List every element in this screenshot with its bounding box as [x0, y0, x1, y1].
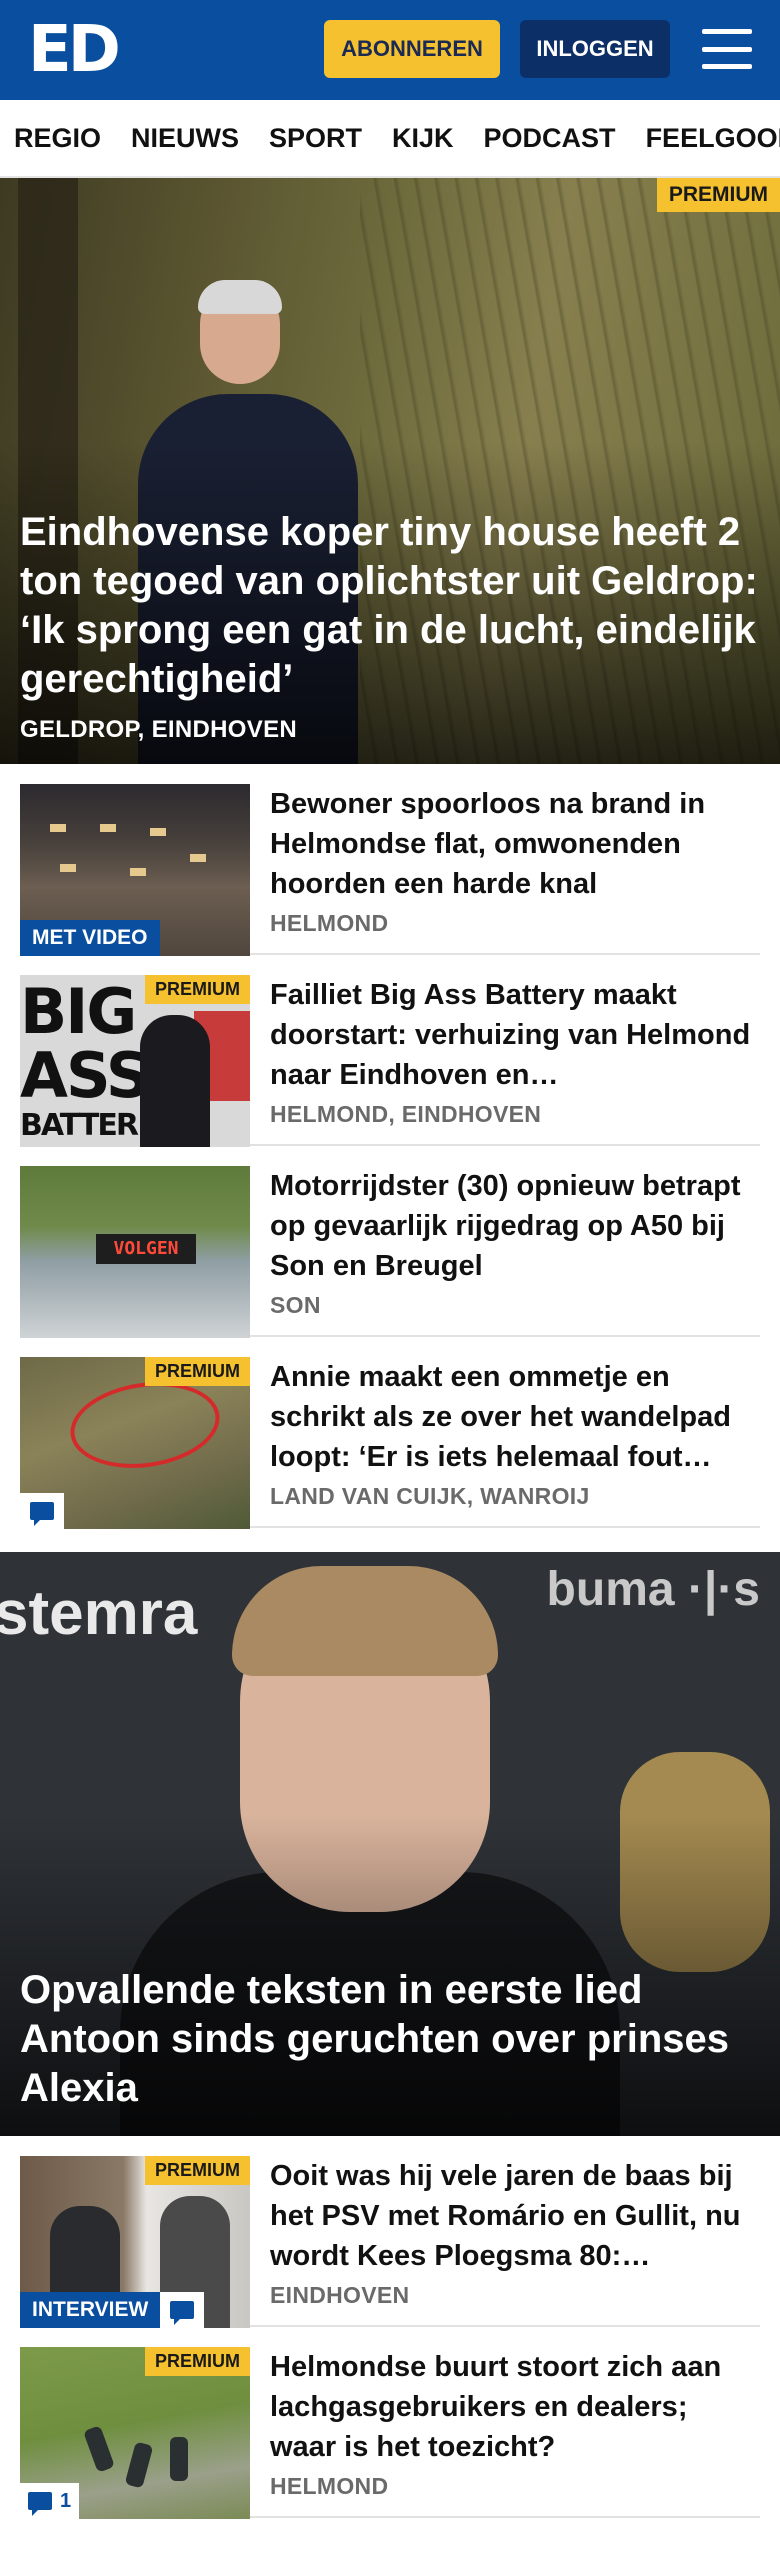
header-actions: ABONNEREN INLOGGEN — [324, 20, 752, 78]
nav-item-sport[interactable]: SPORT — [269, 123, 362, 154]
article-location: LAND VAN CUIJK, WANROIJ — [270, 1483, 590, 1509]
site-header: ED ABONNEREN INLOGGEN — [0, 0, 780, 100]
article-thumbnail: MET VIDEO — [20, 784, 250, 956]
nav-item-regio[interactable]: REGIO — [14, 123, 101, 154]
article-title[interactable]: Failliet Big Ass Battery maakt doorstart… — [270, 975, 760, 1095]
article-title[interactable]: Annie maakt een ommetje en schrikt als z… — [270, 1357, 760, 1477]
list-item[interactable]: PREMIUM Annie maakt een ommetje en schri… — [20, 1337, 760, 1529]
video-badge: MET VIDEO — [20, 920, 160, 956]
hero-bg-text: stemra — [0, 1579, 198, 1648]
nav-item-podcast[interactable]: PODCAST — [484, 123, 616, 154]
nav-item-nieuws[interactable]: NIEUWS — [131, 123, 239, 154]
nav-item-feelgood[interactable]: FEELGOOD — [646, 123, 780, 154]
article-list-1: MET VIDEO Bewoner spoorloos na brand in … — [0, 764, 780, 1529]
nav-item-kijk[interactable]: KIJK — [392, 123, 454, 154]
thumb-text: BIG — [20, 975, 137, 1048]
hamburger-icon[interactable] — [702, 29, 752, 69]
article-location: HELMOND, EINDHOVEN — [270, 1101, 542, 1127]
article-thumbnail: BIG ASS BATTER PREMIUM — [20, 975, 250, 1147]
list-item[interactable]: VOLGEN Motorrijdster (30) opnieuw betrap… — [20, 1146, 760, 1338]
section-nav: REGIO NIEUWS SPORT KIJK PODCAST FEELGOOD… — [0, 100, 780, 178]
hero-location: GELDROP, EINDHOVEN — [20, 716, 298, 743]
article-thumbnail: PREMIUM 1 — [20, 2347, 250, 2519]
comment-count: 1 — [60, 2489, 72, 2512]
comment-icon[interactable] — [160, 2292, 205, 2328]
premium-badge: PREMIUM — [145, 1357, 250, 1386]
interview-badge: INTERVIEW — [20, 2292, 161, 2328]
list-item[interactable]: BIG ASS BATTER PREMIUM Failliet Big Ass … — [20, 955, 760, 1147]
premium-badge: PREMIUM — [656, 178, 780, 212]
article-title[interactable]: Helmondse buurt stoort zich aan lachgasg… — [270, 2347, 760, 2467]
article-title[interactable]: Bewoner spoorloos na brand in Helmondse … — [270, 784, 760, 904]
thumb-sign-text: VOLGEN — [96, 1234, 196, 1264]
ed-logo[interactable]: ED — [28, 18, 121, 82]
thumb-text: ASS — [20, 1039, 151, 1112]
thumb-text: BATTER — [20, 1108, 139, 1143]
hero-bg-text: buma ·|·s — [546, 1563, 760, 1616]
article-title[interactable]: Ooit was hij vele jaren de baas bij het … — [270, 2156, 760, 2276]
list-item[interactable]: PREMIUM INTERVIEW Ooit was hij vele jare… — [20, 2136, 760, 2328]
article-thumbnail: VOLGEN — [20, 1166, 250, 1338]
hero-title[interactable]: Eindhovense koper tiny house heeft 2 ton… — [20, 508, 758, 704]
premium-badge: PREMIUM — [145, 975, 250, 1004]
comment-icon[interactable]: 1 — [20, 2483, 80, 2519]
article-location: HELMOND — [270, 2473, 389, 2499]
list-item[interactable]: PREMIUM 1 Helmondse buurt stoort zich aa… — [20, 2327, 760, 2519]
article-thumbnail: PREMIUM INTERVIEW — [20, 2156, 250, 2328]
subscribe-button[interactable]: ABONNEREN — [324, 20, 500, 78]
article-location: SON — [270, 1292, 321, 1318]
article-thumbnail: PREMIUM — [20, 1357, 250, 1529]
premium-badge: PREMIUM — [145, 2156, 250, 2185]
list-item[interactable]: MET VIDEO Bewoner spoorloos na brand in … — [20, 764, 760, 956]
login-button[interactable]: INLOGGEN — [520, 20, 670, 78]
article-location: EINDHOVEN — [270, 2282, 410, 2308]
article-list-2: PREMIUM INTERVIEW Ooit was hij vele jare… — [0, 2136, 780, 2519]
hero-article-antoon[interactable]: stemra buma ·|·s Opvallende teksten in e… — [0, 1552, 780, 2136]
article-title[interactable]: Motorrijdster (30) opnieuw betrapt op ge… — [270, 1166, 760, 1286]
hero-article-tiny-house[interactable]: PREMIUM Eindhovense koper tiny house hee… — [0, 178, 780, 764]
premium-badge: PREMIUM — [145, 2347, 250, 2376]
comment-icon[interactable] — [20, 1493, 64, 1529]
article-location: HELMOND — [270, 910, 389, 936]
hero-title[interactable]: Opvallende teksten in eerste lied Antoon… — [20, 1966, 758, 2113]
